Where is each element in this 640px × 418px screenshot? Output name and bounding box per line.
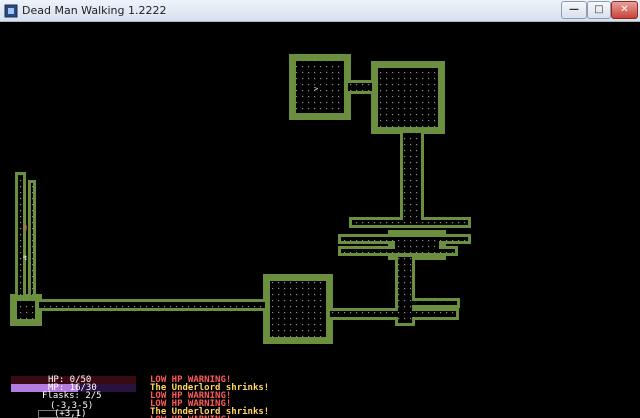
monster-glyph[interactable]: @	[23, 224, 28, 232]
stairs-glyph[interactable]: >	[314, 85, 318, 93]
corridor-tiles	[403, 133, 421, 223]
title-bar[interactable]: Dead Man Walking 1.2222 — □ ✕	[0, 0, 640, 22]
app-icon	[4, 4, 18, 18]
map-canvas: @ ↯ >	[10, 54, 471, 344]
maximize-button[interactable]: □	[587, 1, 611, 19]
room-tiles	[395, 237, 439, 253]
room-tiles	[378, 68, 438, 127]
flasks-label: Flasks: 2/5	[42, 391, 102, 401]
item-glyph[interactable]: ↯	[23, 254, 27, 262]
minimize-button[interactable]: —	[561, 1, 587, 19]
corridor-tiles	[330, 311, 456, 317]
corridor-tiles	[31, 183, 33, 295]
status-hud: HP: 0/50 MP: 16/30 Flasks: 2/5 (-3,3-5) …	[0, 370, 640, 418]
corridor-tiles	[39, 302, 265, 308]
window-title: Dead Man Walking 1.2222	[22, 4, 167, 17]
room-tiles	[296, 61, 344, 113]
corridor-tiles	[18, 175, 23, 295]
dungeon-map[interactable]: @ ↯ >	[0, 22, 640, 370]
room-tiles	[17, 301, 35, 319]
close-button[interactable]: ✕	[611, 1, 638, 19]
corridor-tiles	[352, 220, 468, 225]
corridor-tiles	[407, 301, 457, 305]
game-window: Dead Man Walking 1.2222 — □ ✕ @ ↯ > HP: 0/…	[0, 0, 640, 418]
secondary-coordinates: (+3,1)	[54, 409, 87, 418]
corridor-tiles	[348, 83, 372, 91]
room-tiles	[270, 281, 326, 337]
